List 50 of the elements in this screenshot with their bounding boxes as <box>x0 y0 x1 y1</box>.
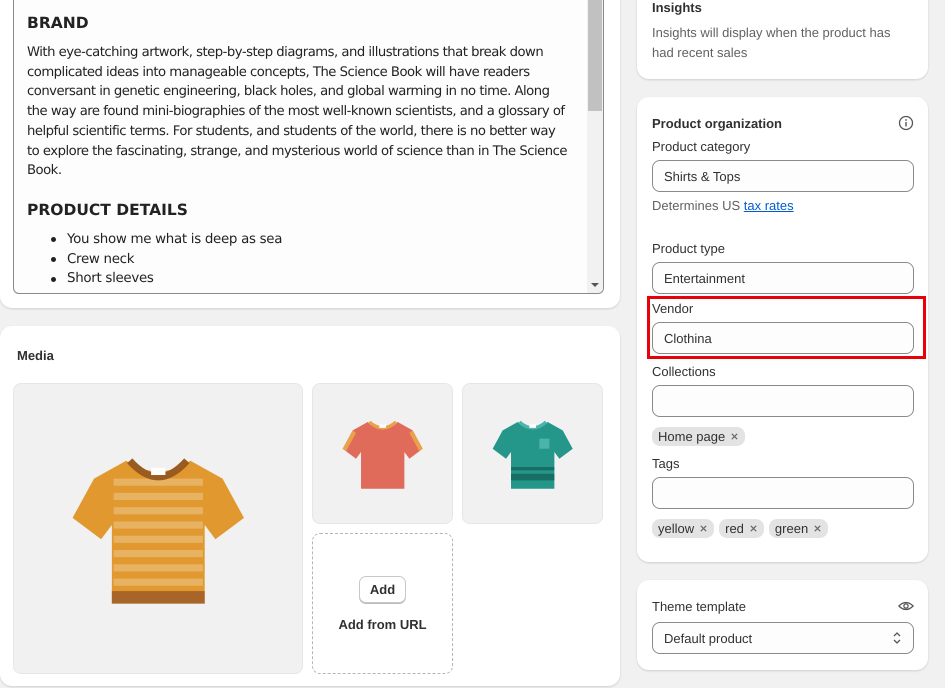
info-icon[interactable] <box>898 115 914 131</box>
tag[interactable]: green <box>768 519 828 538</box>
input-field[interactable] <box>652 477 914 509</box>
chevron-up-down-icon <box>892 631 902 645</box>
input-field[interactable]: Shirts & Tops <box>652 160 914 192</box>
card-title: Product organization <box>652 116 782 130</box>
media-thumbnail[interactable] <box>13 383 303 674</box>
remove-icon[interactable] <box>748 524 758 533</box>
tag-label: yellow <box>658 521 694 536</box>
field-label: Vendor <box>652 301 694 316</box>
help-text: Determines US tax rates <box>652 198 795 213</box>
tag[interactable]: yellow <box>652 519 714 538</box>
field-label: Collections <box>652 364 717 379</box>
tag[interactable]: Home page <box>652 427 746 446</box>
tag[interactable]: red <box>719 519 764 538</box>
remove-icon[interactable] <box>699 524 708 533</box>
scrollbar[interactable] <box>587 0 603 293</box>
tag-label: red <box>725 521 744 536</box>
card-title: Insights <box>652 0 703 15</box>
add-from-url-link[interactable]: Add from URL <box>338 616 427 632</box>
insights-text: Insights will display when the product has had recent sales <box>652 24 892 62</box>
media-thumbnail[interactable] <box>312 383 453 524</box>
scrollbar-thumb[interactable] <box>588 0 602 111</box>
list-item: Crew neck <box>67 250 134 269</box>
card-title: Media <box>16 348 55 363</box>
bullet-icon <box>51 256 56 262</box>
list-item: Short sleeves <box>67 270 154 288</box>
remove-icon[interactable] <box>813 524 822 533</box>
upload-dropzone[interactable]: Add Add from URL <box>312 533 453 674</box>
media-thumbnail[interactable] <box>462 383 603 524</box>
input-field[interactable] <box>652 385 914 417</box>
section-heading: PRODUCT DETAILS <box>27 200 189 219</box>
tag-label: Home page <box>658 429 726 444</box>
bullet-icon <box>51 237 56 242</box>
section-heading: BRAND <box>27 14 90 32</box>
input-field[interactable]: Entertainment <box>652 262 914 294</box>
bullet-icon <box>51 276 56 282</box>
template-select[interactable]: Default product <box>652 622 914 654</box>
input-field[interactable]: Clothina <box>652 322 914 354</box>
description-paragraph: With eye-catching artwork, step-by-step diagrams, and illustrations that break down complicated ideas into manageable concepts, The Science Book will have readers conversant in genetic engineering, black holes, and global warming in no time. Along the way are found mini-biographies of the most well-known scientists, and a glossary of helpful scientific terms. For students, and students of the world, there is no better way to explore the fascinating, strange, and mysterious world of science than in The Science Book. <box>27 44 567 180</box>
field-label: Tags <box>652 456 680 471</box>
scroll-down-icon[interactable] <box>591 282 599 288</box>
tax-rates-link[interactable]: tax rates <box>744 198 794 213</box>
field-label: Theme template <box>652 598 746 614</box>
field-label: Product type <box>652 241 726 256</box>
list-item: You show me what is deep as sea <box>67 230 282 249</box>
remove-icon[interactable] <box>730 432 740 441</box>
add-button[interactable]: Add <box>358 576 406 602</box>
tag-label: green <box>774 521 808 536</box>
field-label: Product category <box>652 139 752 154</box>
